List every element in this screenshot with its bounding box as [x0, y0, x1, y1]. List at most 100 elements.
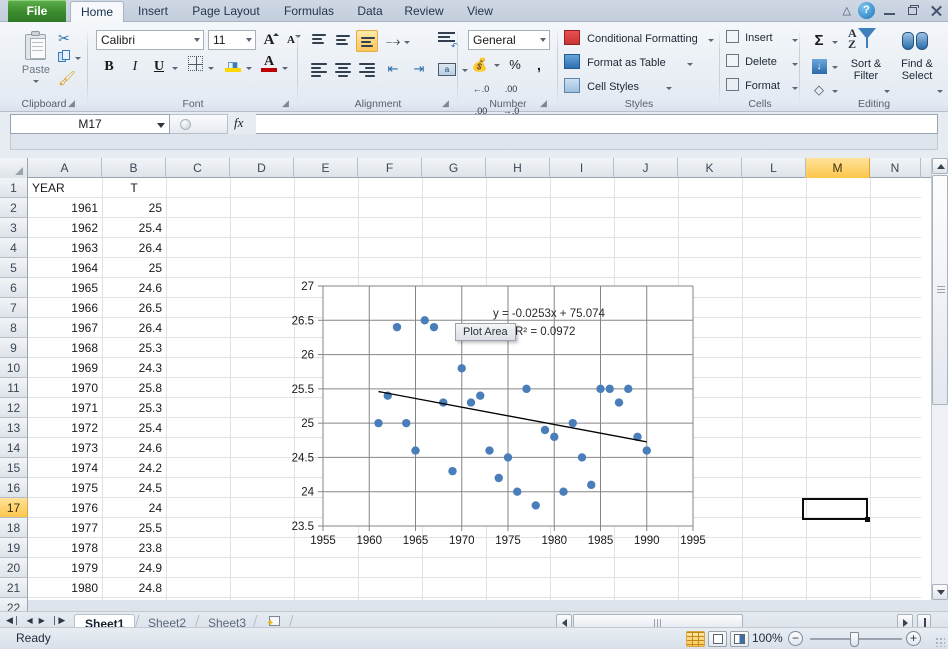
cell-B9[interactable]: 25.3	[102, 338, 166, 358]
row-header-19[interactable]: 19	[0, 538, 28, 558]
cell-A8[interactable]: 1967	[28, 318, 102, 338]
column-header-K[interactable]: K	[678, 158, 742, 178]
scatter-point[interactable]	[429, 322, 439, 332]
cell-A9[interactable]: 1968	[28, 338, 102, 358]
cell-B21[interactable]: 24.8	[102, 578, 166, 598]
fill-handle[interactable]	[865, 517, 870, 522]
paste-chevron-down-icon[interactable]	[33, 80, 39, 83]
fill-color-chevron-down-icon[interactable]	[246, 67, 252, 70]
format-painter-button[interactable]: 🖌	[58, 70, 76, 86]
cell-B3[interactable]: 25.4	[102, 218, 166, 238]
cell-B11[interactable]: 25.8	[102, 378, 166, 398]
scatter-point[interactable]	[642, 446, 651, 455]
tab-view[interactable]: View	[458, 1, 502, 22]
alignment-dialog-launcher[interactable]: ◢	[442, 98, 453, 109]
scatter-point[interactable]	[559, 487, 568, 496]
cell-styles-button[interactable]: Cell Styles	[564, 78, 716, 98]
tab-home[interactable]: Home	[70, 1, 124, 22]
cell-A14[interactable]: 1973	[28, 438, 102, 458]
page-layout-view-button[interactable]	[708, 631, 727, 647]
collapse-ribbon-icon[interactable]: △	[843, 4, 851, 17]
cell-A20[interactable]: 1979	[28, 558, 102, 578]
fill-color-button[interactable]: ◨	[222, 55, 244, 77]
grow-font-button[interactable]: A	[258, 29, 280, 51]
tab-review[interactable]: Review	[396, 1, 452, 22]
underline-chevron-down-icon[interactable]	[172, 67, 178, 70]
row-header-12[interactable]: 12	[0, 398, 28, 418]
cell-A10[interactable]: 1969	[28, 358, 102, 378]
increase-decimal-button[interactable]: ←.0.00	[468, 78, 494, 116]
font-size-combo[interactable]: 11	[208, 30, 256, 50]
cell-A7[interactable]: 1966	[28, 298, 102, 318]
font-dialog-launcher[interactable]: ◢	[282, 98, 293, 109]
column-header-N[interactable]: N	[870, 158, 921, 178]
scatter-point[interactable]	[513, 487, 522, 496]
close-icon[interactable]	[928, 3, 944, 19]
column-header-D[interactable]: D	[230, 158, 294, 178]
italic-button[interactable]: I	[124, 56, 146, 78]
scatter-point[interactable]	[605, 384, 614, 394]
underline-button[interactable]: U	[148, 56, 170, 78]
comma-format-button[interactable]: ,	[528, 54, 550, 76]
row-header-18[interactable]: 18	[0, 518, 28, 538]
scatter-point[interactable]	[392, 322, 402, 332]
zoom-level[interactable]: 100%	[752, 631, 783, 645]
cell-A19[interactable]: 1978	[28, 538, 102, 558]
insert-chevron-down-icon[interactable]	[792, 39, 798, 42]
cell-A1[interactable]: YEAR	[28, 178, 102, 198]
row-header-3[interactable]: 3	[0, 218, 28, 238]
cell-B6[interactable]: 24.6	[102, 278, 166, 298]
scroll-up-button[interactable]	[932, 158, 948, 174]
help-icon[interactable]: ?	[858, 2, 875, 19]
clipboard-dialog-launcher[interactable]: ◢	[68, 98, 79, 109]
clear-chevron-down-icon[interactable]	[832, 90, 838, 93]
scatter-point[interactable]	[466, 398, 476, 407]
column-header-I[interactable]: I	[550, 158, 614, 178]
row-header-21[interactable]: 21	[0, 578, 28, 598]
cell-B20[interactable]: 24.9	[102, 558, 166, 578]
scatter-point[interactable]	[420, 316, 429, 325]
scatter-point[interactable]	[402, 418, 411, 428]
align-bottom-button[interactable]	[356, 30, 378, 52]
font-name-combo[interactable]: Calibri	[96, 30, 204, 50]
tab-formulas[interactable]: Formulas	[275, 1, 343, 22]
conditional-formatting-button[interactable]: Conditional Formatting	[564, 30, 716, 50]
scatter-point[interactable]	[411, 446, 420, 455]
percent-format-button[interactable]: %	[504, 54, 526, 76]
cell-B12[interactable]: 25.3	[102, 398, 166, 418]
copy-button[interactable]	[58, 50, 84, 66]
scroll-down-button[interactable]	[932, 584, 948, 600]
column-header-H[interactable]: H	[486, 158, 550, 178]
scatter-point[interactable]	[494, 473, 503, 483]
row-header-14[interactable]: 14	[0, 438, 28, 458]
sort-filter-button[interactable]: A Z Sort & Filter	[842, 26, 890, 93]
cell-B4[interactable]: 26.4	[102, 238, 166, 258]
row-header-15[interactable]: 15	[0, 458, 28, 478]
row-header-5[interactable]: 5	[0, 258, 28, 278]
column-header-C[interactable]: C	[166, 158, 230, 178]
formula-input[interactable]	[256, 114, 938, 134]
cell-A21[interactable]: 1980	[28, 578, 102, 598]
accounting-format-button[interactable]: 💰	[468, 54, 492, 76]
fill-chevron-down-icon[interactable]	[832, 66, 838, 69]
scatter-point[interactable]	[577, 453, 587, 462]
tab-file[interactable]: File	[8, 0, 66, 22]
orientation-chevron-down-icon[interactable]	[404, 41, 410, 44]
column-header-G[interactable]: G	[422, 158, 486, 178]
row-header-6[interactable]: 6	[0, 278, 28, 298]
cell-B19[interactable]: 23.8	[102, 538, 166, 558]
cell-B5[interactable]: 25	[102, 258, 166, 278]
row-header-13[interactable]: 13	[0, 418, 28, 438]
cell-A4[interactable]: 1963	[28, 238, 102, 258]
delete-cells-button[interactable]: Delete	[726, 54, 798, 74]
number-dialog-launcher[interactable]: ◢	[540, 98, 551, 109]
scatter-point[interactable]	[374, 418, 383, 428]
scatter-point[interactable]	[531, 501, 540, 510]
next-sheet-icon[interactable]: ▶	[39, 616, 45, 625]
scatter-point[interactable]	[485, 446, 494, 455]
font-size-chevron-down-icon[interactable]	[246, 38, 252, 42]
align-middle-button[interactable]	[332, 30, 354, 52]
borders-chevron-down-icon[interactable]	[208, 67, 214, 70]
accounting-chevron-down-icon[interactable]	[494, 64, 500, 67]
column-header-M[interactable]: M	[806, 158, 870, 178]
